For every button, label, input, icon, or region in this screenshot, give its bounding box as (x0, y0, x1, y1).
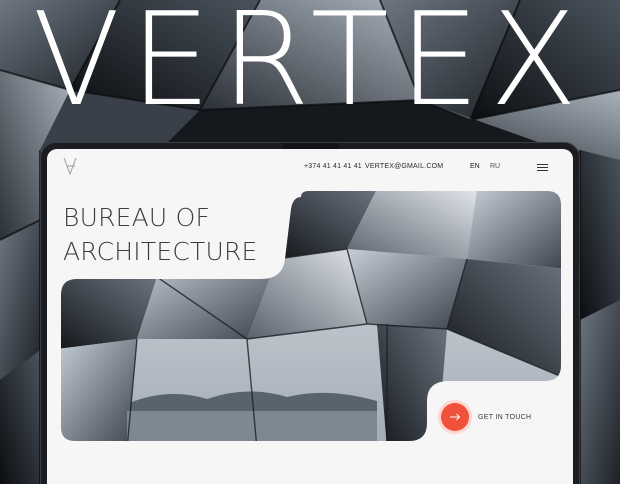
hamburger-menu-icon[interactable] (537, 164, 548, 172)
language-ru[interactable]: RU (490, 163, 500, 170)
vertex-logo-icon[interactable] (63, 157, 77, 175)
headline-line-2: ARCHITECTURE (63, 237, 258, 266)
language-en[interactable]: EN (470, 163, 480, 170)
cta-label[interactable]: GET IN TOUCH (478, 414, 531, 421)
phone-link[interactable]: +374 41 41 41 41 (304, 163, 362, 170)
headline-line-1: BUREAU OF (63, 203, 211, 232)
arrow-right-icon (449, 413, 460, 421)
get-in-touch-button[interactable]: GET IN TOUCH (441, 399, 571, 435)
email-link[interactable]: VERTEX@GMAIL.COM (365, 163, 443, 170)
brand-wordmark: VERTEX (32, 0, 588, 135)
laptop-frame: +374 41 41 41 41 VERTEX@GMAIL.COM EN RU … (40, 142, 580, 484)
website-screen: +374 41 41 41 41 VERTEX@GMAIL.COM EN RU … (47, 149, 573, 484)
page-headline: BUREAU OF ARCHITECTURE (63, 201, 258, 269)
cta-circle[interactable] (441, 403, 469, 431)
